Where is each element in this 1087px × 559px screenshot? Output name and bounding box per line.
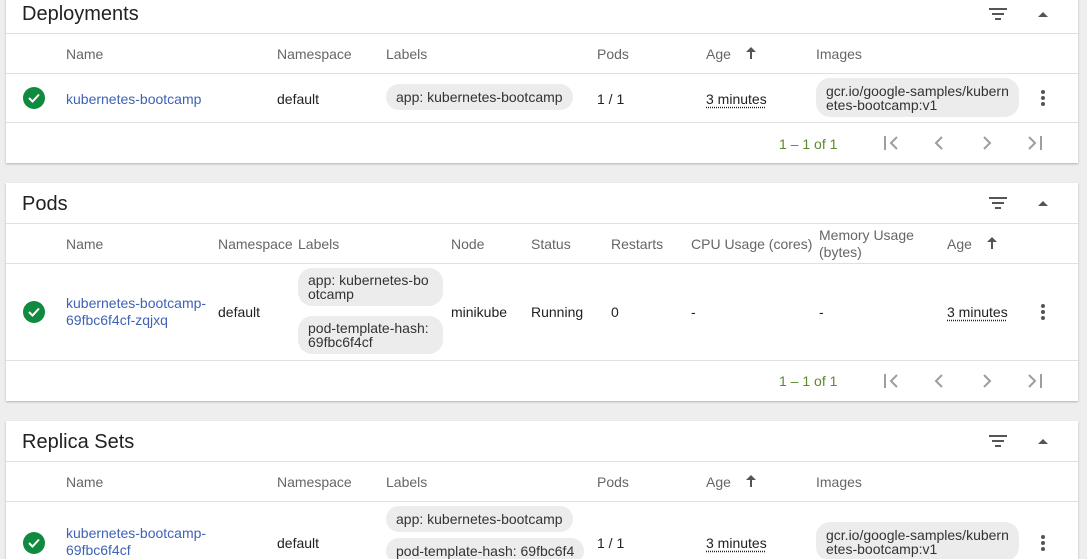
chevron-left-icon [934, 374, 944, 388]
column-header-age[interactable]: Age [947, 236, 972, 252]
pagination-range: 1 – 1 of 1 [779, 373, 837, 389]
filter-button[interactable] [986, 2, 1010, 26]
deployment-name-link[interactable]: kubernetes-bootcamp [66, 91, 201, 107]
row-menu-button[interactable] [1031, 300, 1055, 324]
pod-status: Running [531, 304, 583, 320]
column-header-cpu: CPU Usage (cores) [691, 236, 812, 252]
column-header-labels: Labels [386, 474, 427, 490]
filter-button[interactable] [986, 429, 1010, 453]
pods-card: Pods Name Namespace Labels Node Status R… [6, 183, 1078, 401]
column-header-age[interactable]: Age [706, 474, 731, 490]
last-page-icon [1027, 136, 1043, 150]
column-header-name[interactable]: Name [66, 236, 103, 252]
last-page-button[interactable] [1023, 369, 1047, 393]
chevron-left-icon [934, 136, 944, 150]
pod-node: minikube [451, 304, 507, 320]
replicaset-namespace: default [277, 535, 319, 551]
check-circle-icon [23, 301, 45, 323]
pod-cpu: - [691, 304, 696, 320]
filter-button[interactable] [986, 191, 1010, 215]
deployments-card: Deployments Name Namespace Labels Pods A… [6, 0, 1078, 163]
column-header-namespace[interactable]: Namespace [277, 46, 352, 62]
pod-name-link[interactable]: kubernetes-bootcamp-69fbc6f4cf-zqjxq [66, 295, 211, 329]
first-page-button[interactable] [879, 131, 903, 155]
column-header-namespace[interactable]: Namespace [218, 236, 293, 252]
column-header-age[interactable]: Age [706, 46, 731, 62]
arrow-up-icon [746, 47, 756, 59]
more-vert-icon [1041, 304, 1045, 320]
label-chip: pod-template-hash: 69fbc6f4 [386, 538, 584, 559]
label-chip: pod-template-hash: 69fbc6f4cf [298, 316, 443, 354]
pod-restarts: 0 [611, 304, 619, 320]
chevron-right-icon [982, 136, 992, 150]
check-circle-icon [23, 87, 45, 109]
replicaset-pods: 1 / 1 [597, 535, 624, 551]
pod-memory: - [819, 304, 824, 320]
filter-icon [989, 434, 1007, 448]
image-chip: gcr.io/google-samples/kubernetes-bootcam… [816, 78, 1019, 117]
arrow-up-icon [746, 475, 756, 487]
filter-icon [989, 196, 1007, 210]
card-title: Replica Sets [22, 431, 134, 454]
check-circle-icon [23, 532, 45, 554]
label-chip: app: kubernetes-bootcamp [386, 84, 573, 110]
replicaset-name-link[interactable]: kubernetes-bootcamp-69fbc6f4cf [66, 525, 211, 559]
column-header-status[interactable]: Status [531, 236, 571, 252]
first-page-icon [883, 136, 899, 150]
image-chip: gcr.io/google-samples/kubernetes-bootcam… [816, 522, 1019, 559]
column-header-node[interactable]: Node [451, 236, 484, 252]
row-menu-button[interactable] [1031, 531, 1055, 555]
column-header-labels: Labels [386, 46, 427, 62]
column-header-pods: Pods [597, 474, 629, 490]
collapse-button[interactable] [1031, 191, 1055, 215]
next-page-button[interactable] [975, 369, 999, 393]
previous-page-button[interactable] [927, 369, 951, 393]
column-header-labels: Labels [298, 236, 339, 252]
arrow-up-icon [987, 237, 997, 249]
more-vert-icon [1041, 90, 1045, 106]
pod-namespace: default [218, 304, 260, 320]
deployment-namespace: default [277, 91, 319, 107]
column-header-images: Images [816, 474, 862, 490]
chevron-up-icon [1038, 11, 1048, 17]
next-page-button[interactable] [975, 131, 999, 155]
column-header-namespace[interactable]: Namespace [277, 474, 352, 490]
more-vert-icon [1041, 535, 1045, 551]
collapse-button[interactable] [1031, 2, 1055, 26]
deployment-age: 3 minutes [706, 91, 767, 107]
last-page-icon [1027, 374, 1043, 388]
chevron-right-icon [982, 374, 992, 388]
deployment-pods: 1 / 1 [597, 91, 624, 107]
label-chip: app: kubernetes-bootcamp [386, 506, 573, 532]
row-menu-button[interactable] [1031, 86, 1055, 110]
column-header-name[interactable]: Name [66, 474, 103, 490]
pagination-range: 1 – 1 of 1 [779, 136, 837, 152]
filter-icon [989, 7, 1007, 21]
label-chip: app: kubernetes-bootcamp [298, 268, 443, 306]
column-header-memory: Memory Usage (bytes) [819, 227, 929, 261]
collapse-button[interactable] [1031, 429, 1055, 453]
replica-sets-card: Replica Sets Name Namespace Labels Pods … [6, 421, 1078, 559]
previous-page-button[interactable] [927, 131, 951, 155]
chevron-up-icon [1038, 200, 1048, 206]
column-header-name[interactable]: Name [66, 46, 103, 62]
replicaset-age: 3 minutes [706, 535, 767, 551]
first-page-button[interactable] [879, 369, 903, 393]
card-title: Pods [22, 193, 68, 216]
last-page-button[interactable] [1023, 131, 1047, 155]
column-header-pods: Pods [597, 46, 629, 62]
column-header-restarts[interactable]: Restarts [611, 236, 663, 252]
chevron-up-icon [1038, 438, 1048, 444]
card-title: Deployments [22, 3, 139, 26]
first-page-icon [883, 374, 899, 388]
pod-age: 3 minutes [947, 304, 1008, 320]
column-header-images: Images [816, 46, 862, 62]
